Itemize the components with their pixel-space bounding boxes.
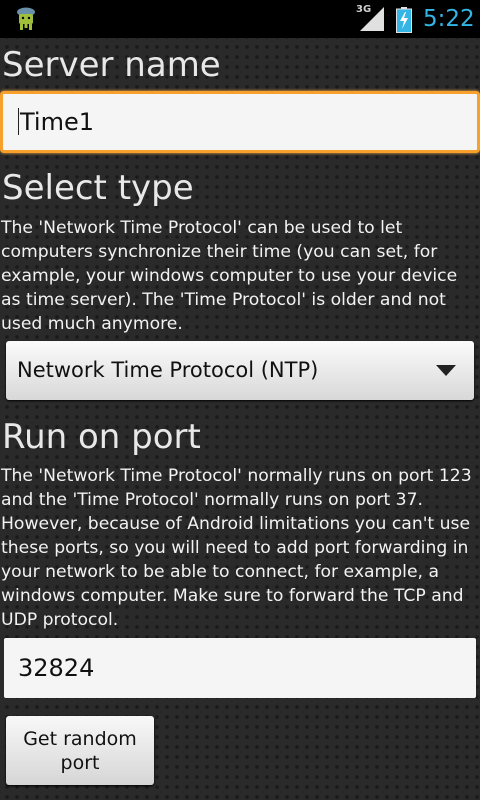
- port-description: The 'Network Time Protocol' normally run…: [1, 466, 472, 630]
- text-cursor: [18, 108, 19, 135]
- clock: 5:22: [423, 6, 475, 32]
- select-type-heading: Select type: [2, 168, 194, 208]
- status-bar: 3G 5:22: [0, 0, 480, 38]
- protocol-type-selected: Network Time Protocol (NTP): [17, 358, 319, 382]
- server-name-value: Time1: [20, 108, 95, 136]
- signal-icon: [360, 7, 384, 31]
- run-on-port-heading: Run on port: [2, 417, 201, 457]
- protocol-type-dropdown[interactable]: Network Time Protocol (NTP): [6, 341, 474, 400]
- server-name-heading: Server name: [2, 45, 221, 85]
- get-random-port-button[interactable]: Get random port: [6, 716, 154, 785]
- dropdown-arrow-icon: [436, 365, 456, 376]
- battery-charging-icon: [396, 7, 412, 33]
- android-robot-icon: [17, 7, 35, 30]
- select-type-description: The 'Network Time Protocol' can be used …: [1, 218, 458, 334]
- server-name-input[interactable]: Time1: [0, 91, 480, 153]
- port-input[interactable]: 32824: [4, 638, 476, 698]
- port-value: 32824: [18, 654, 95, 682]
